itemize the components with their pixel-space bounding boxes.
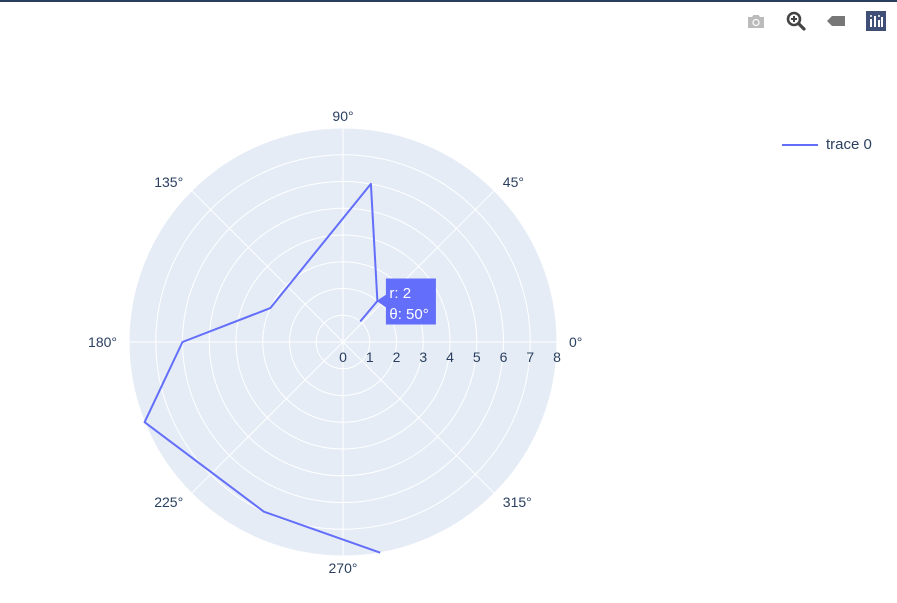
radial-tick-label: 6 bbox=[500, 349, 508, 365]
angular-tick-label: 45° bbox=[503, 174, 524, 190]
angular-tick-label: 135° bbox=[154, 174, 183, 190]
legend-line-swatch bbox=[782, 143, 818, 146]
radial-tick-label: 7 bbox=[526, 349, 534, 365]
hover-layer: r: 2 θ: 50° bbox=[376, 278, 436, 325]
radial-tick-label: 4 bbox=[446, 349, 454, 365]
legend-label: trace 0 bbox=[826, 136, 872, 153]
polar-chart[interactable]: 0° 45° 90° 135° 180° 225° 270° 315° 0 1 2 3 4 5 6 7 8 r:… bbox=[0, 0, 897, 603]
radial-tick-label: 8 bbox=[553, 349, 561, 365]
polar-grid: 0° 45° 90° 135° 180° 225° 270° 315° 0 1 2 3 4 5 6 7 8 bbox=[88, 108, 582, 576]
angular-tick-label: 90° bbox=[332, 108, 353, 124]
radial-tick-label: 2 bbox=[393, 349, 401, 365]
angular-tick-label: 270° bbox=[329, 560, 358, 576]
hover-theta-label: θ: 50° bbox=[389, 306, 428, 323]
legend-item-trace-0[interactable]: trace 0 bbox=[782, 136, 872, 153]
radial-tick-label: 3 bbox=[419, 349, 427, 365]
angular-tick-label: 225° bbox=[154, 494, 183, 510]
radial-tick-label: 5 bbox=[473, 349, 481, 365]
angular-tick-label: 0° bbox=[569, 334, 582, 350]
angular-tick-label: 315° bbox=[503, 494, 532, 510]
radial-tick-label: 0 bbox=[339, 349, 347, 365]
hover-r-label: r: 2 bbox=[389, 285, 411, 302]
radial-tick-label: 1 bbox=[366, 349, 374, 365]
angular-tick-label: 180° bbox=[88, 334, 117, 350]
